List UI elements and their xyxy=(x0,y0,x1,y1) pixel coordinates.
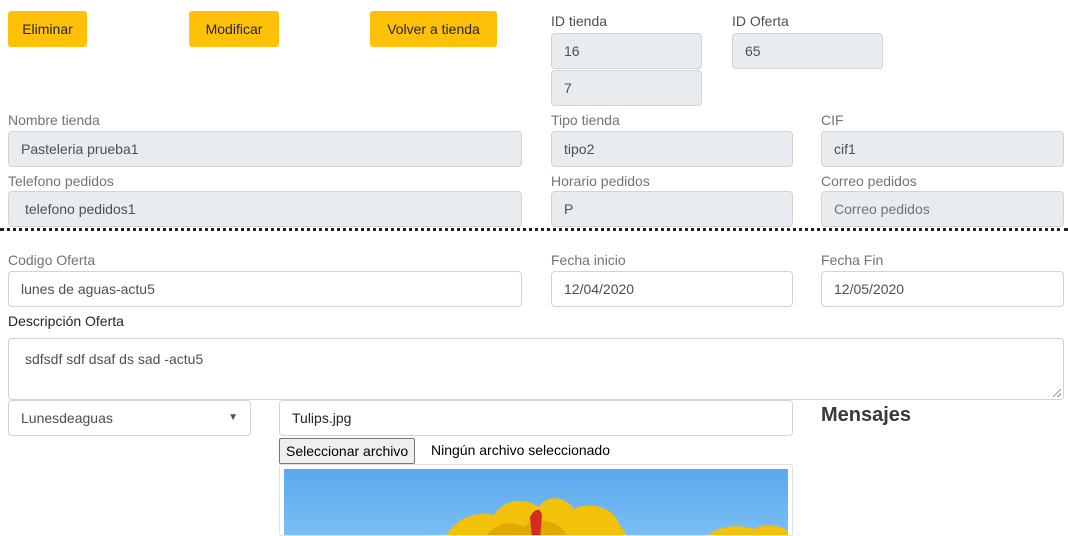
image-filename-input[interactable]: Tulips.jpg xyxy=(279,400,793,436)
category-select[interactable]: Lunesdeaguas ▼ xyxy=(8,400,251,436)
choose-file-button[interactable]: Seleccionar archivo xyxy=(279,438,416,464)
end-date-label: Fecha Fin xyxy=(821,252,884,268)
email-label: Correo pedidos xyxy=(821,173,917,189)
store-id-extra-field[interactable]: 7 xyxy=(551,70,702,106)
store-type-label: Tipo tienda xyxy=(551,112,620,128)
category-selected-value: Lunesdeaguas xyxy=(21,410,113,426)
start-date-input[interactable]: 12/04/2020 xyxy=(551,271,793,307)
messages-heading: Mensajes xyxy=(821,404,912,426)
phone-label: Telefono pedidos xyxy=(8,173,114,189)
schedule-field[interactable]: P xyxy=(551,191,793,227)
email-field[interactable]: Correo pedidos xyxy=(821,191,1064,227)
end-date-input[interactable]: 12/05/2020 xyxy=(821,271,1064,307)
description-label: Descripción Oferta xyxy=(8,313,124,329)
offer-id-label: ID Oferta xyxy=(732,13,789,29)
offer-code-label: Codigo Oferta xyxy=(8,252,96,268)
cif-field[interactable]: cif1 xyxy=(821,131,1064,167)
offer-code-input[interactable]: lunes de aguas-actu5 xyxy=(8,271,522,307)
modify-button[interactable]: Modificar xyxy=(189,11,279,47)
store-type-field[interactable]: tipo2 xyxy=(551,131,793,167)
store-id-label: ID tienda xyxy=(551,13,608,29)
store-name-label: Nombre tienda xyxy=(8,112,100,128)
phone-field[interactable]: telefono pedidos1 xyxy=(8,191,522,227)
image-preview xyxy=(279,464,793,536)
start-date-label: Fecha inicio xyxy=(551,252,626,268)
schedule-label: Horario pedidos xyxy=(551,173,650,189)
file-status-text: Ningún archivo seleccionado xyxy=(431,442,610,458)
store-name-field[interactable]: Pasteleria prueba1 xyxy=(8,131,522,167)
cif-label: CIF xyxy=(821,112,844,128)
delete-button[interactable]: Eliminar xyxy=(8,11,87,47)
offer-id-field[interactable]: 65 xyxy=(732,33,883,69)
tulips-image xyxy=(284,469,788,535)
section-divider xyxy=(0,228,1068,231)
dropdown-caret-icon: ▼ xyxy=(228,412,238,423)
description-textarea[interactable]: sdfsdf sdf dsaf ds sad -actu5 xyxy=(8,338,1064,400)
store-id-field[interactable]: 16 xyxy=(551,33,702,69)
description-text: sdfsdf sdf dsaf ds sad -actu5 xyxy=(25,351,204,367)
resize-handle-icon[interactable] xyxy=(1053,389,1061,397)
back-to-store-button[interactable]: Volver a tienda xyxy=(370,11,497,47)
